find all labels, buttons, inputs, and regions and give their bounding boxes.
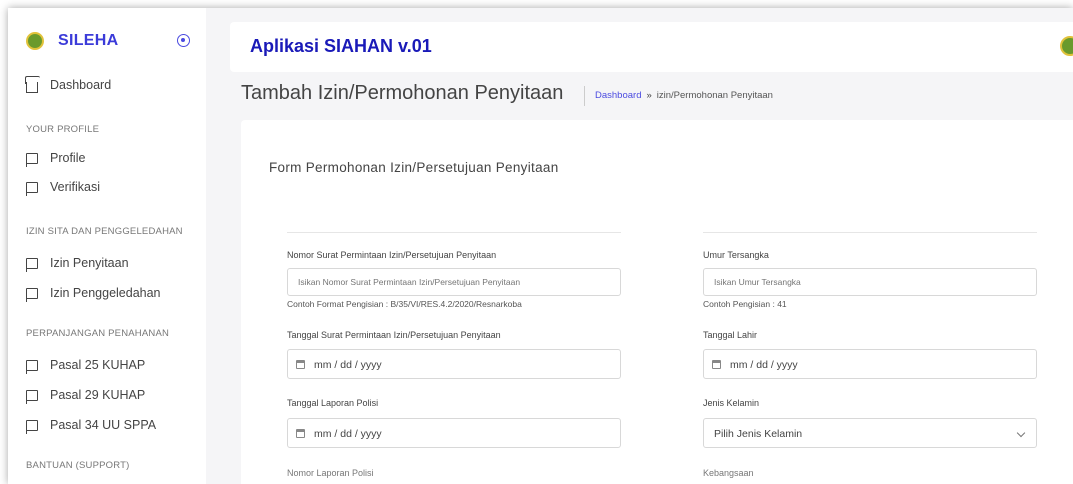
section-heading-profile: YOUR PROFILE xyxy=(26,124,100,135)
breadcrumb-current: izin/Permohonan Penyitaan xyxy=(656,90,773,101)
calendar-icon xyxy=(712,360,721,369)
date-value: mm / dd / yyyy xyxy=(730,359,798,371)
sidebar-item-pasal34[interactable]: Pasal 34 UU SPPA xyxy=(26,418,157,434)
divider xyxy=(287,232,621,233)
avatar[interactable] xyxy=(1060,36,1073,56)
message-icon xyxy=(26,419,38,434)
title-divider xyxy=(584,86,585,106)
message-icon xyxy=(26,181,38,196)
kebangsaan-label: Kebangsaan xyxy=(703,468,754,478)
brand[interactable]: SILEHA xyxy=(26,32,118,50)
jenis-kelamin-select[interactable]: Pilih Jenis Kelamin xyxy=(703,418,1037,448)
nomor-surat-label: Nomor Surat Permintaan Izin/Persetujuan … xyxy=(287,250,497,260)
section-heading-bantuan: BANTUAN (SUPPORT) xyxy=(26,460,130,471)
calendar-icon xyxy=(296,429,305,438)
message-icon xyxy=(26,287,38,302)
divider xyxy=(703,232,1037,233)
sidebar-item-label: Pasal 25 KUHAP xyxy=(50,358,146,372)
nomor-surat-hint: Contoh Format Pengisian : B/35/VI/RES.4.… xyxy=(287,299,522,309)
tanggal-laporan-date-input[interactable]: mm / dd / yyyy xyxy=(287,418,621,448)
tanggal-lahir-date-input[interactable]: mm / dd / yyyy xyxy=(703,349,1037,379)
message-icon xyxy=(26,152,38,167)
chevron-down-icon xyxy=(1016,428,1026,438)
section-heading-izin: IZIN SITA DAN PENGGELEDAHAN xyxy=(26,226,183,237)
sidebar-item-profile[interactable]: Profile xyxy=(26,151,86,167)
sidebar-item-label: Pasal 34 UU SPPA xyxy=(50,418,157,432)
form-title: Form Permohonan Izin/Persetujuan Penyita… xyxy=(269,160,559,175)
select-value: Pilih Jenis Kelamin xyxy=(714,428,803,440)
sidebar-item-label: Pasal 29 KUHAP xyxy=(50,388,146,402)
home-icon xyxy=(26,81,38,93)
topbar: Aplikasi SIAHAN v.01 xyxy=(230,22,1073,72)
brand-name: SILEHA xyxy=(58,32,119,49)
breadcrumb-separator: » xyxy=(646,90,652,101)
sidebar-item-verifikasi[interactable]: Verifikasi xyxy=(26,180,101,196)
sidebar-item-label: Verifikasi xyxy=(50,180,101,194)
umur-input[interactable] xyxy=(703,268,1037,296)
breadcrumb: Dashboard » izin/Permohonan Penyitaan xyxy=(595,90,773,101)
sidebar-item-pasal25[interactable]: Pasal 25 KUHAP xyxy=(26,358,146,374)
breadcrumb-home-link[interactable]: Dashboard xyxy=(595,90,641,101)
tanggal-surat-date-input[interactable]: mm / dd / yyyy xyxy=(287,349,621,379)
date-value: mm / dd / yyyy xyxy=(314,428,382,440)
nomor-laporan-label: Nomor Laporan Polisi xyxy=(287,468,374,478)
message-icon xyxy=(26,359,38,374)
section-heading-perpanjangan: PERPANJANGAN PENAHANAN xyxy=(26,328,170,339)
nomor-surat-input[interactable] xyxy=(287,268,621,296)
tanggal-lahir-label: Tanggal Lahir xyxy=(703,330,758,340)
sidebar-toggle-icon[interactable] xyxy=(177,34,190,47)
tanggal-surat-label: Tanggal Surat Permintaan Izin/Persetujua… xyxy=(287,330,501,340)
umur-hint: Contoh Pengisian : 41 xyxy=(703,299,787,309)
date-value: mm / dd / yyyy xyxy=(314,359,382,371)
calendar-icon xyxy=(296,360,305,369)
sidebar-item-izin-penyitaan[interactable]: Izin Penyitaan xyxy=(26,256,129,272)
sidebar-item-label: Izin Penggeledahan xyxy=(50,286,161,300)
app-title: Aplikasi SIAHAN v.01 xyxy=(250,36,432,56)
jenis-kelamin-label: Jenis Kelamin xyxy=(703,398,760,408)
tanggal-laporan-label: Tanggal Laporan Polisi xyxy=(287,398,379,408)
sidebar-item-dashboard[interactable]: Dashboard xyxy=(26,78,112,93)
sidebar-item-pasal29[interactable]: Pasal 29 KUHAP xyxy=(26,388,146,404)
umur-label: Umur Tersangka xyxy=(703,250,769,260)
message-icon xyxy=(26,257,38,272)
form-card: Form Permohonan Izin/Persetujuan Penyita… xyxy=(241,120,1073,484)
app-window: SILEHA Dashboard YOUR PROFILE Profile Ve… xyxy=(8,8,1073,484)
logo-icon xyxy=(26,32,44,50)
sidebar: SILEHA Dashboard YOUR PROFILE Profile Ve… xyxy=(8,8,206,484)
message-icon xyxy=(26,389,38,404)
sidebar-item-izin-penggeledahan[interactable]: Izin Penggeledahan xyxy=(26,286,161,302)
sidebar-item-label: Dashboard xyxy=(50,78,112,92)
sidebar-item-label: Izin Penyitaan xyxy=(50,256,129,270)
sidebar-item-label: Profile xyxy=(50,151,86,165)
page-title: Tambah Izin/Permohonan Penyitaan xyxy=(241,82,564,104)
